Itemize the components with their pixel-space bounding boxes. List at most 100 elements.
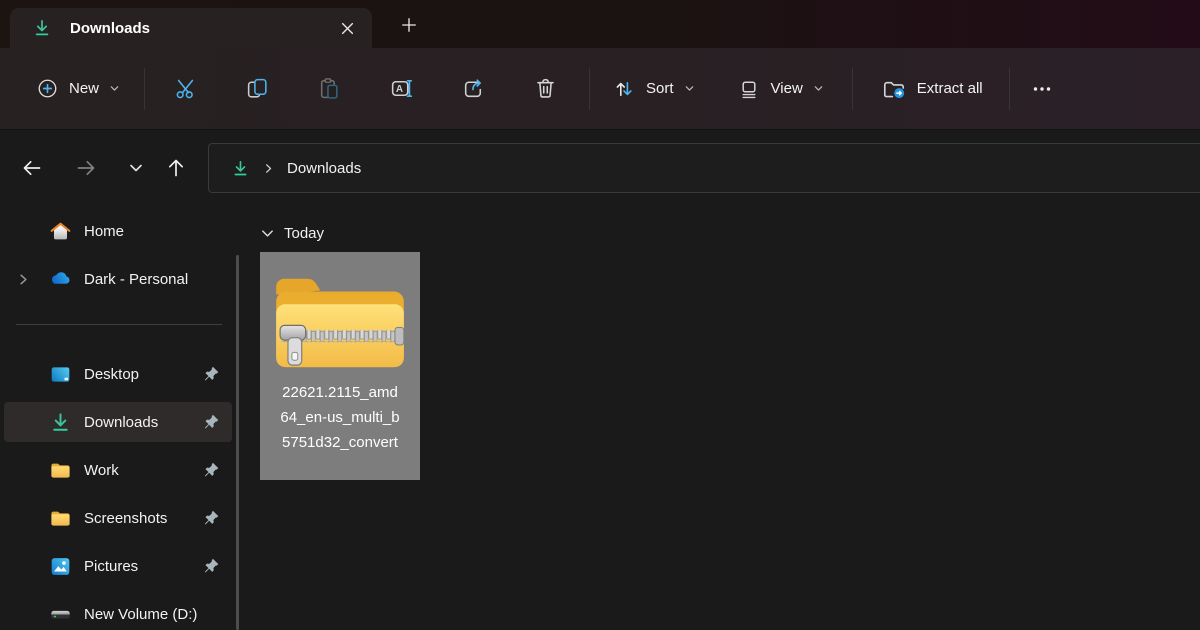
file-name-line: 64_en-us_multi_b	[262, 405, 418, 430]
delete-button[interactable]	[521, 65, 569, 113]
chevron-down-icon	[684, 83, 695, 94]
pin-icon	[203, 365, 220, 382]
new-tab-button[interactable]	[392, 12, 426, 38]
back-arrow-icon	[20, 156, 44, 180]
downloads-icon	[32, 18, 52, 38]
home-icon	[48, 220, 72, 243]
sidebar-item-desktop[interactable]: Desktop	[4, 354, 232, 394]
tab-title: Downloads	[70, 20, 150, 37]
new-plus-circle-icon	[36, 77, 59, 100]
sidebar-item-screenshots[interactable]: Screenshots	[4, 498, 232, 538]
view-button[interactable]: View	[725, 65, 836, 113]
sidebar-item-label: Home	[84, 223, 124, 240]
sort-button[interactable]: Sort	[600, 65, 707, 113]
sidebar-item-onedrive[interactable]: Dark - Personal	[4, 259, 232, 299]
forward-arrow-icon	[74, 156, 98, 180]
toolbar-separator	[144, 68, 145, 110]
sidebar-item-label: Downloads	[84, 414, 158, 431]
toolbar-separator	[1009, 68, 1010, 110]
forward-button[interactable]	[68, 150, 104, 186]
chevron-down-icon	[109, 83, 120, 94]
pin-icon	[203, 413, 220, 430]
view-button-label: View	[771, 80, 803, 97]
tab-close-button[interactable]	[334, 16, 360, 40]
sidebar-item-new-volume-d[interactable]: New Volume (D:)	[4, 594, 232, 630]
breadcrumb-location: Downloads	[287, 160, 361, 177]
command-bar: New	[0, 48, 1200, 130]
navigation-pane: Home Dark - Personal	[0, 205, 240, 630]
file-item-zipped-folder[interactable]: 22621.2115_amd 64_en-us_multi_b 5751d32_…	[260, 252, 420, 480]
sidebar-item-label: Screenshots	[84, 510, 167, 527]
sidebar-item-downloads[interactable]: Downloads	[4, 402, 232, 442]
file-name: 22621.2115_amd 64_en-us_multi_b 5751d32_…	[262, 380, 418, 455]
sidebar-item-label: Dark - Personal	[84, 271, 188, 288]
sidebar-item-work[interactable]: Work	[4, 450, 232, 490]
sidebar-item-label: Desktop	[84, 366, 139, 383]
rename-icon: A	[389, 76, 414, 101]
breadcrumb[interactable]: Downloads	[225, 155, 367, 182]
more-options-icon	[1030, 77, 1054, 101]
sidebar-item-label: Work	[84, 462, 119, 479]
svg-text:A: A	[395, 84, 402, 95]
sidebar-item-label: New Volume (D:)	[84, 606, 197, 623]
drive-icon	[48, 603, 72, 626]
chevron-down-icon	[128, 160, 144, 176]
recent-locations-button[interactable]	[118, 150, 154, 186]
zipped-folder-icon	[271, 265, 409, 373]
new-button-label: New	[69, 80, 99, 97]
desktop-icon	[48, 363, 72, 386]
share-icon	[461, 76, 486, 101]
navigation-bar: Downloads	[0, 130, 1200, 205]
sort-icon	[612, 77, 636, 101]
paste-icon	[317, 76, 342, 101]
cut-button[interactable]	[161, 65, 209, 113]
extract-all-button-label: Extract all	[917, 80, 983, 97]
chevron-down-icon	[813, 83, 824, 94]
chevron-right-icon[interactable]	[16, 272, 32, 287]
onedrive-icon	[48, 267, 72, 291]
extract-all-icon	[881, 76, 907, 102]
copy-button[interactable]	[233, 65, 281, 113]
file-name-line: 22621.2115_amd	[262, 380, 418, 405]
cut-icon	[173, 76, 198, 101]
chevron-down-icon[interactable]	[260, 226, 275, 241]
pin-icon	[203, 461, 220, 478]
tab-strip: Downloads	[0, 0, 1200, 48]
close-icon	[341, 22, 354, 35]
pin-icon	[203, 509, 220, 526]
file-name-line: 5751d32_convert	[262, 430, 418, 455]
toolbar-separator	[589, 68, 590, 110]
back-button[interactable]	[14, 150, 50, 186]
sidebar-item-home[interactable]: Home	[4, 211, 232, 251]
chevron-right-icon	[262, 162, 275, 175]
pin-icon	[203, 557, 220, 574]
plus-icon	[399, 15, 419, 35]
toolbar-separator	[852, 68, 853, 110]
downloads-icon	[231, 159, 250, 178]
downloads-icon	[48, 411, 72, 434]
rename-button[interactable]: A	[377, 65, 425, 113]
new-button[interactable]: New	[24, 65, 132, 113]
up-arrow-icon	[164, 156, 188, 180]
folder-icon	[48, 507, 72, 530]
folder-icon	[48, 459, 72, 482]
up-button[interactable]	[158, 150, 194, 186]
sidebar-scrollbar[interactable]	[236, 255, 239, 630]
explorer-body: Home Dark - Personal	[0, 205, 1200, 630]
sort-button-label: Sort	[646, 80, 674, 97]
group-label: Today	[284, 225, 324, 242]
view-icon	[737, 77, 761, 101]
more-options-button[interactable]	[1018, 65, 1066, 113]
paste-button[interactable]	[305, 65, 353, 113]
address-bar[interactable]: Downloads	[208, 143, 1200, 193]
sidebar-item-pictures[interactable]: Pictures	[4, 546, 232, 586]
file-explorer-window: Downloads New	[0, 0, 1200, 630]
files-view: Today	[240, 205, 1200, 630]
tab-downloads[interactable]: Downloads	[10, 8, 372, 48]
sidebar-divider	[16, 324, 222, 325]
copy-icon	[245, 76, 270, 101]
group-header-today[interactable]: Today	[254, 220, 330, 246]
extract-all-button[interactable]: Extract all	[869, 65, 995, 113]
sidebar-item-label: Pictures	[84, 558, 138, 575]
share-button[interactable]	[449, 65, 497, 113]
